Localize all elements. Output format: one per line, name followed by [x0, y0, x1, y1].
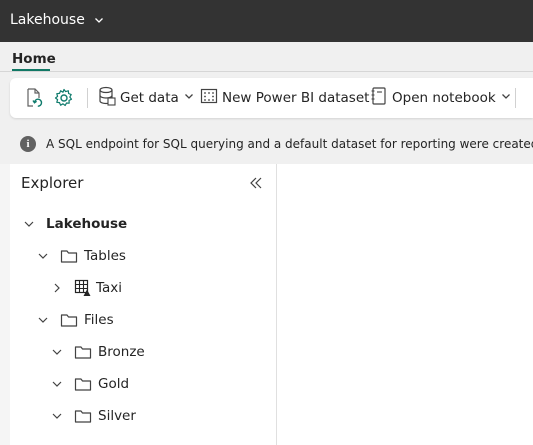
open-notebook-label: Open notebook: [392, 90, 496, 106]
tree-node-label: Bronze: [98, 344, 145, 360]
tree-node-lakehouse[interactable]: Lakehouse: [22, 212, 127, 236]
tree-node-silver[interactable]: Silver: [50, 404, 136, 428]
chevron-down-icon: [500, 90, 512, 106]
get-data-label: Get data: [120, 90, 179, 106]
folder-icon: [74, 407, 92, 425]
collapse-pane-icon[interactable]: [247, 174, 265, 192]
refresh-document-icon[interactable]: [23, 87, 45, 109]
chevron-down-icon[interactable]: [22, 217, 36, 231]
chevron-down-icon: [93, 11, 105, 30]
notebook-icon: [370, 86, 388, 110]
tree-node-label: Silver: [98, 408, 136, 424]
app-title: Lakehouse: [10, 12, 85, 28]
folder-icon: [60, 247, 78, 265]
tree-node-tables[interactable]: Tables: [36, 244, 126, 268]
info-banner: i A SQL endpoint for SQL querying and a …: [20, 134, 533, 154]
tab-home[interactable]: Home: [12, 51, 56, 67]
chevron-down-icon[interactable]: [36, 249, 50, 263]
tree-node-label: Files: [84, 312, 114, 328]
app-header: Lakehouse: [0, 0, 533, 42]
open-notebook-button[interactable]: Open notebook: [370, 87, 512, 109]
tree-node-taxi[interactable]: Taxi: [50, 276, 122, 300]
tree-node-label: Gold: [98, 376, 130, 392]
chevron-right-icon[interactable]: [50, 281, 64, 295]
tree-node-bronze[interactable]: Bronze: [50, 340, 145, 364]
toolbar-separator: [515, 88, 516, 108]
dataset-icon: [200, 87, 218, 109]
new-dataset-label: New Power BI dataset: [222, 90, 370, 106]
database-icon: [98, 86, 116, 110]
info-message: A SQL endpoint for SQL querying and a de…: [46, 137, 533, 151]
explorer-panel: Explorer Lakehouse Tables Taxi Files Bro…: [10, 164, 277, 445]
new-power-bi-dataset-button[interactable]: New Power BI dataset: [200, 87, 369, 109]
table-icon: [74, 279, 92, 297]
toolbar-separator: [87, 88, 88, 108]
app-title-menu[interactable]: Lakehouse: [10, 10, 105, 30]
chevron-down-icon: [183, 90, 195, 106]
explorer-title: Explorer: [21, 174, 84, 192]
tree-node-label: Taxi: [96, 280, 123, 296]
tree-node-label: Lakehouse: [46, 216, 128, 232]
content-area: [277, 164, 533, 445]
folder-icon: [60, 311, 78, 329]
chevron-down-icon[interactable]: [50, 377, 64, 391]
chevron-down-icon[interactable]: [36, 313, 50, 327]
ribbon-toolbar: Get data New Power BI dataset Open noteb…: [10, 78, 533, 118]
chevron-down-icon[interactable]: [50, 345, 64, 359]
settings-gear-icon[interactable]: [53, 87, 75, 109]
divider: [0, 71, 533, 72]
chevron-down-icon[interactable]: [50, 409, 64, 423]
tree-node-files[interactable]: Files: [36, 308, 114, 332]
folder-icon: [74, 343, 92, 361]
tree-node-gold[interactable]: Gold: [50, 372, 129, 396]
info-icon: i: [20, 136, 36, 152]
folder-icon: [74, 375, 92, 393]
get-data-button[interactable]: Get data: [98, 86, 195, 110]
tree-node-label: Tables: [84, 248, 126, 264]
